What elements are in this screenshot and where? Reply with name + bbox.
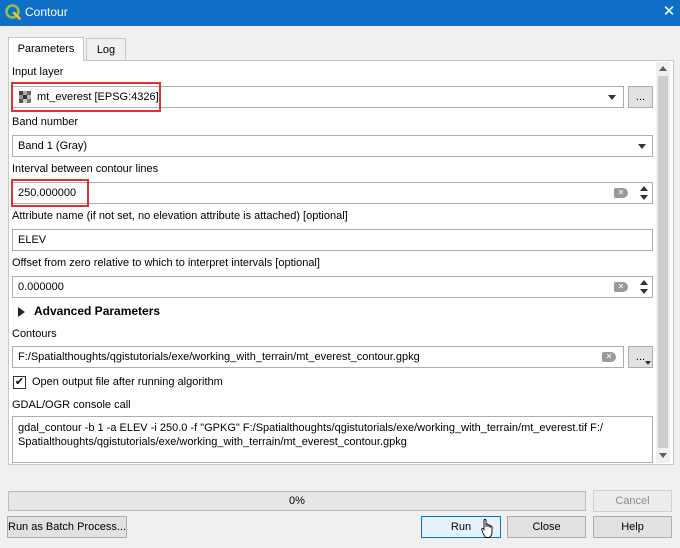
console-line-1: gdal_contour -b 1 -a ELEV -i 250.0 -f "G… [18, 422, 603, 434]
tab-parameters[interactable]: Parameters [8, 37, 84, 61]
open-output-label[interactable]: Open output file after running algorithm [32, 376, 223, 388]
chevron-down-icon [638, 144, 646, 149]
chevron-down-icon [608, 95, 616, 100]
offset-label: Offset from zero relative to which to in… [12, 257, 320, 269]
cancel-button[interactable]: Cancel [593, 490, 672, 512]
band-number-value: Band 1 (Gray) [18, 140, 88, 152]
spin-down-icon[interactable] [640, 195, 648, 200]
open-output-checkbox[interactable]: ✔ [13, 376, 26, 389]
spin-down-icon[interactable] [640, 289, 648, 294]
band-number-combo[interactable]: Band 1 (Gray) [12, 135, 653, 157]
progress-text: 0% [289, 495, 305, 507]
scroll-down-icon[interactable] [659, 453, 667, 458]
scrollbar-thumb[interactable] [658, 76, 668, 448]
spin-up-icon[interactable] [640, 186, 648, 191]
attribute-input[interactable]: ELEV [12, 229, 653, 251]
input-layer-label: Input layer [12, 66, 64, 78]
close-button[interactable]: Close [507, 516, 586, 538]
offset-spinner[interactable] [637, 276, 651, 298]
attribute-label: Attribute name (if not set, no elevation… [12, 210, 348, 222]
console-call-text[interactable]: gdal_contour -b 1 -a ELEV -i 250.0 -f "G… [12, 416, 653, 463]
input-layer-browse-button[interactable]: ... [628, 86, 653, 108]
interval-highlight [11, 179, 89, 207]
band-number-label: Band number [12, 116, 79, 128]
interval-input[interactable]: 250.000000 [12, 182, 653, 204]
interval-spinner[interactable] [637, 182, 651, 204]
tab-log[interactable]: Log [86, 38, 126, 60]
clear-icon[interactable]: ✕ [614, 188, 628, 198]
offset-value: 0.000000 [18, 281, 64, 293]
chevron-down-icon [645, 361, 651, 365]
contours-output-value: F:/Spatialthoughts/qgistutorials/exe/wor… [18, 351, 420, 363]
offset-input[interactable]: 0.000000 [12, 276, 653, 298]
scroll-up-icon[interactable] [659, 66, 667, 71]
window-title: Contour [25, 5, 68, 19]
expand-arrow-icon[interactable] [18, 307, 25, 317]
mouse-cursor-icon [481, 519, 493, 538]
progress-bar: 0% [8, 491, 586, 511]
title-bar: Contour ✕ [0, 0, 680, 26]
console-line-2: Spatialthoughts/qgistutorials/exe/workin… [18, 436, 407, 448]
close-icon[interactable]: ✕ [660, 2, 678, 22]
advanced-parameters-toggle[interactable]: Advanced Parameters [34, 304, 160, 318]
attribute-value: ELEV [18, 234, 47, 246]
help-button[interactable]: Help [593, 516, 672, 538]
clear-icon[interactable]: ✕ [614, 282, 628, 292]
panel-scrollbar[interactable] [656, 62, 670, 463]
run-as-batch-button[interactable]: Run as Batch Process... [7, 516, 127, 538]
qgis-logo-icon [5, 4, 21, 20]
clear-icon[interactable]: ✕ [602, 352, 616, 362]
input-layer-highlight [11, 82, 161, 112]
spin-up-icon[interactable] [640, 280, 648, 285]
contours-label: Contours [12, 328, 57, 340]
contours-browse-button[interactable]: ... [628, 346, 653, 368]
console-label: GDAL/OGR console call [12, 399, 131, 411]
interval-label: Interval between contour lines [12, 163, 159, 175]
contours-output-input[interactable]: F:/Spatialthoughts/qgistutorials/exe/wor… [12, 346, 624, 368]
